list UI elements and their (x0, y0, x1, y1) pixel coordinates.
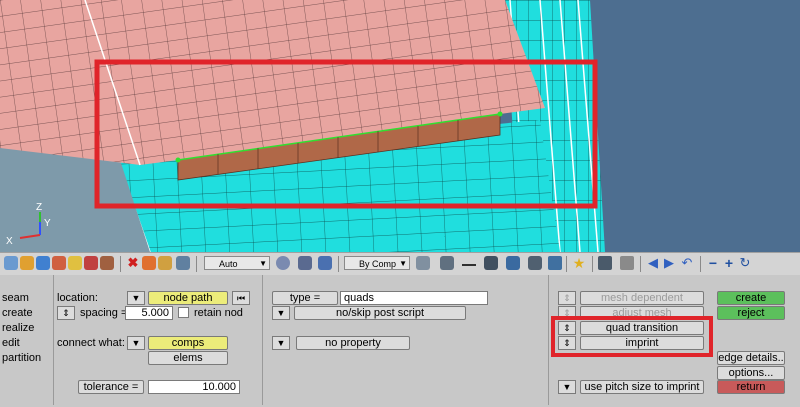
spacing-input[interactable]: 5.000 (125, 306, 173, 320)
chevron-down-icon: ▼ (259, 259, 267, 268)
mode-realize[interactable]: realize (2, 321, 34, 335)
mesh-icon[interactable] (506, 256, 520, 270)
edge-details-button[interactable]: edge details.. (717, 351, 785, 365)
plus-icon[interactable]: + (722, 256, 736, 270)
reset-icon[interactable]: ⏮ (232, 291, 250, 305)
visualization-combo[interactable]: Auto ▼ (204, 256, 270, 270)
elems-button[interactable]: elems (148, 351, 228, 365)
spacing-label: spacing = (80, 307, 128, 319)
options-button[interactable]: options... (717, 366, 785, 380)
mesh-dependent-button: mesh dependent (580, 291, 704, 305)
arrow-left-icon[interactable]: ◀ (646, 256, 660, 270)
combo-bycomp-label: By Comp (359, 259, 397, 269)
chevron-down-icon: ▼ (276, 308, 286, 318)
type-label: type = (272, 291, 338, 305)
rotate-view-icon[interactable] (276, 256, 290, 270)
pitch-toggle[interactable]: ▼ (558, 380, 576, 394)
component-icon[interactable] (4, 256, 18, 270)
assembly-icon[interactable] (52, 256, 66, 270)
mode-edit[interactable]: edit (2, 336, 20, 350)
mesh-view[interactable]: Z Y X (0, 0, 800, 252)
connect-label: connect what: (57, 337, 125, 349)
cut-icon[interactable] (142, 256, 156, 270)
star-icon[interactable]: ★ (572, 256, 586, 270)
quad-transition-panel: seam create realize edit partition locat… (0, 275, 800, 407)
element-icon[interactable] (528, 256, 542, 270)
retain-checkbox[interactable] (178, 307, 189, 318)
create-button[interactable]: create (717, 291, 785, 305)
shade-icon[interactable] (298, 256, 312, 270)
mode-seam[interactable]: seam (2, 291, 29, 305)
mode-create[interactable]: create (2, 306, 33, 320)
property-button[interactable]: no property (296, 336, 410, 350)
cube-view-icon[interactable] (318, 256, 332, 270)
pitch-size-button[interactable]: use pitch size to imprint (580, 380, 704, 394)
graphics-viewport[interactable]: Z Y X (0, 0, 800, 252)
chevron-down-icon: ▼ (131, 293, 141, 303)
chevron-down-icon: ▼ (399, 259, 407, 268)
screen-icon[interactable] (548, 256, 562, 270)
color-icon[interactable] (158, 256, 172, 270)
return-button[interactable]: return (717, 380, 785, 394)
mode-partition[interactable]: partition (2, 351, 41, 365)
cube-icon[interactable] (20, 256, 34, 270)
undo-icon[interactable]: ↶ (680, 256, 694, 270)
axis-label-y: Y (44, 218, 51, 229)
grid-icon[interactable] (416, 256, 430, 270)
node-path-button[interactable]: node path (148, 291, 228, 305)
chevron-down-icon: ▼ (562, 382, 572, 392)
view-icon[interactable] (176, 256, 190, 270)
post-script-button[interactable]: no/skip post script (294, 306, 466, 320)
post-script-toggle[interactable]: ▼ (272, 306, 290, 320)
reject-button[interactable]: reject (717, 306, 785, 320)
comps-button[interactable]: comps (148, 336, 228, 350)
sort-icon: ⇕ (62, 308, 70, 318)
spacing-toggle[interactable]: ⇕ (57, 306, 75, 320)
type-input[interactable]: quads (340, 291, 488, 305)
tag-icon[interactable] (68, 256, 82, 270)
chevron-down-icon: ▼ (131, 338, 141, 348)
axis-label-x: X (6, 236, 13, 247)
location-label: location: (57, 292, 98, 304)
property-toggle[interactable]: ▼ (272, 336, 290, 350)
main-toolbar: ✖ Auto ▼ By Comp ▼ ★ ◀ ▶ ↶ − + ↻ (0, 252, 800, 276)
solid-icon[interactable] (440, 256, 454, 270)
retain-label: retain nod (194, 307, 243, 319)
line-icon[interactable] (462, 256, 476, 266)
tolerance-label: tolerance = (78, 380, 144, 394)
panel-divider (548, 275, 549, 405)
mesh-dependent-toggle: ⇕ (558, 291, 576, 305)
connect-toggle[interactable]: ▼ (127, 336, 145, 350)
folder-icon[interactable] (36, 256, 50, 270)
color-mode-combo[interactable]: By Comp ▼ (344, 256, 410, 270)
delete-icon[interactable]: ✖ (126, 256, 140, 270)
panel-divider (262, 275, 263, 405)
layer-icon[interactable] (84, 256, 98, 270)
wrench-icon[interactable] (620, 256, 634, 270)
surface-icon[interactable] (484, 256, 498, 270)
table-icon[interactable] (598, 256, 612, 270)
panel-divider (53, 275, 54, 405)
highlight-box-panel (551, 316, 713, 357)
minus-icon[interactable]: − (706, 256, 720, 270)
combo-auto-label: Auto (219, 259, 238, 269)
axis-label-z: Z (36, 202, 42, 213)
location-toggle[interactable]: ▼ (127, 291, 145, 305)
refresh-icon[interactable]: ↻ (738, 256, 752, 270)
chevron-down-icon: ▼ (276, 338, 286, 348)
shape-icon[interactable] (100, 256, 114, 270)
tolerance-input[interactable]: 10.000 (148, 380, 240, 394)
arrow-right-icon[interactable]: ▶ (662, 256, 676, 270)
